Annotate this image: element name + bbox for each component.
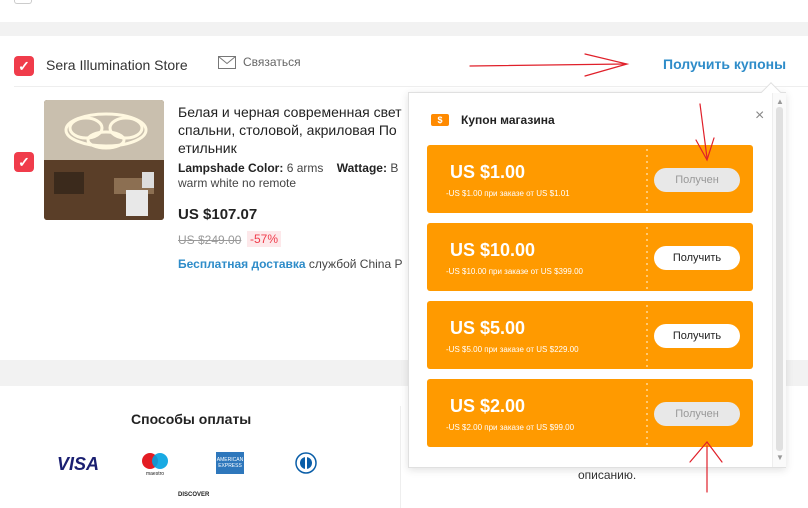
- annotation-arrows: [469, 53, 723, 493]
- red-arrow-icon: [689, 441, 723, 493]
- red-arrow-icon: [469, 53, 630, 77]
- red-arrow-icon: [695, 103, 715, 162]
